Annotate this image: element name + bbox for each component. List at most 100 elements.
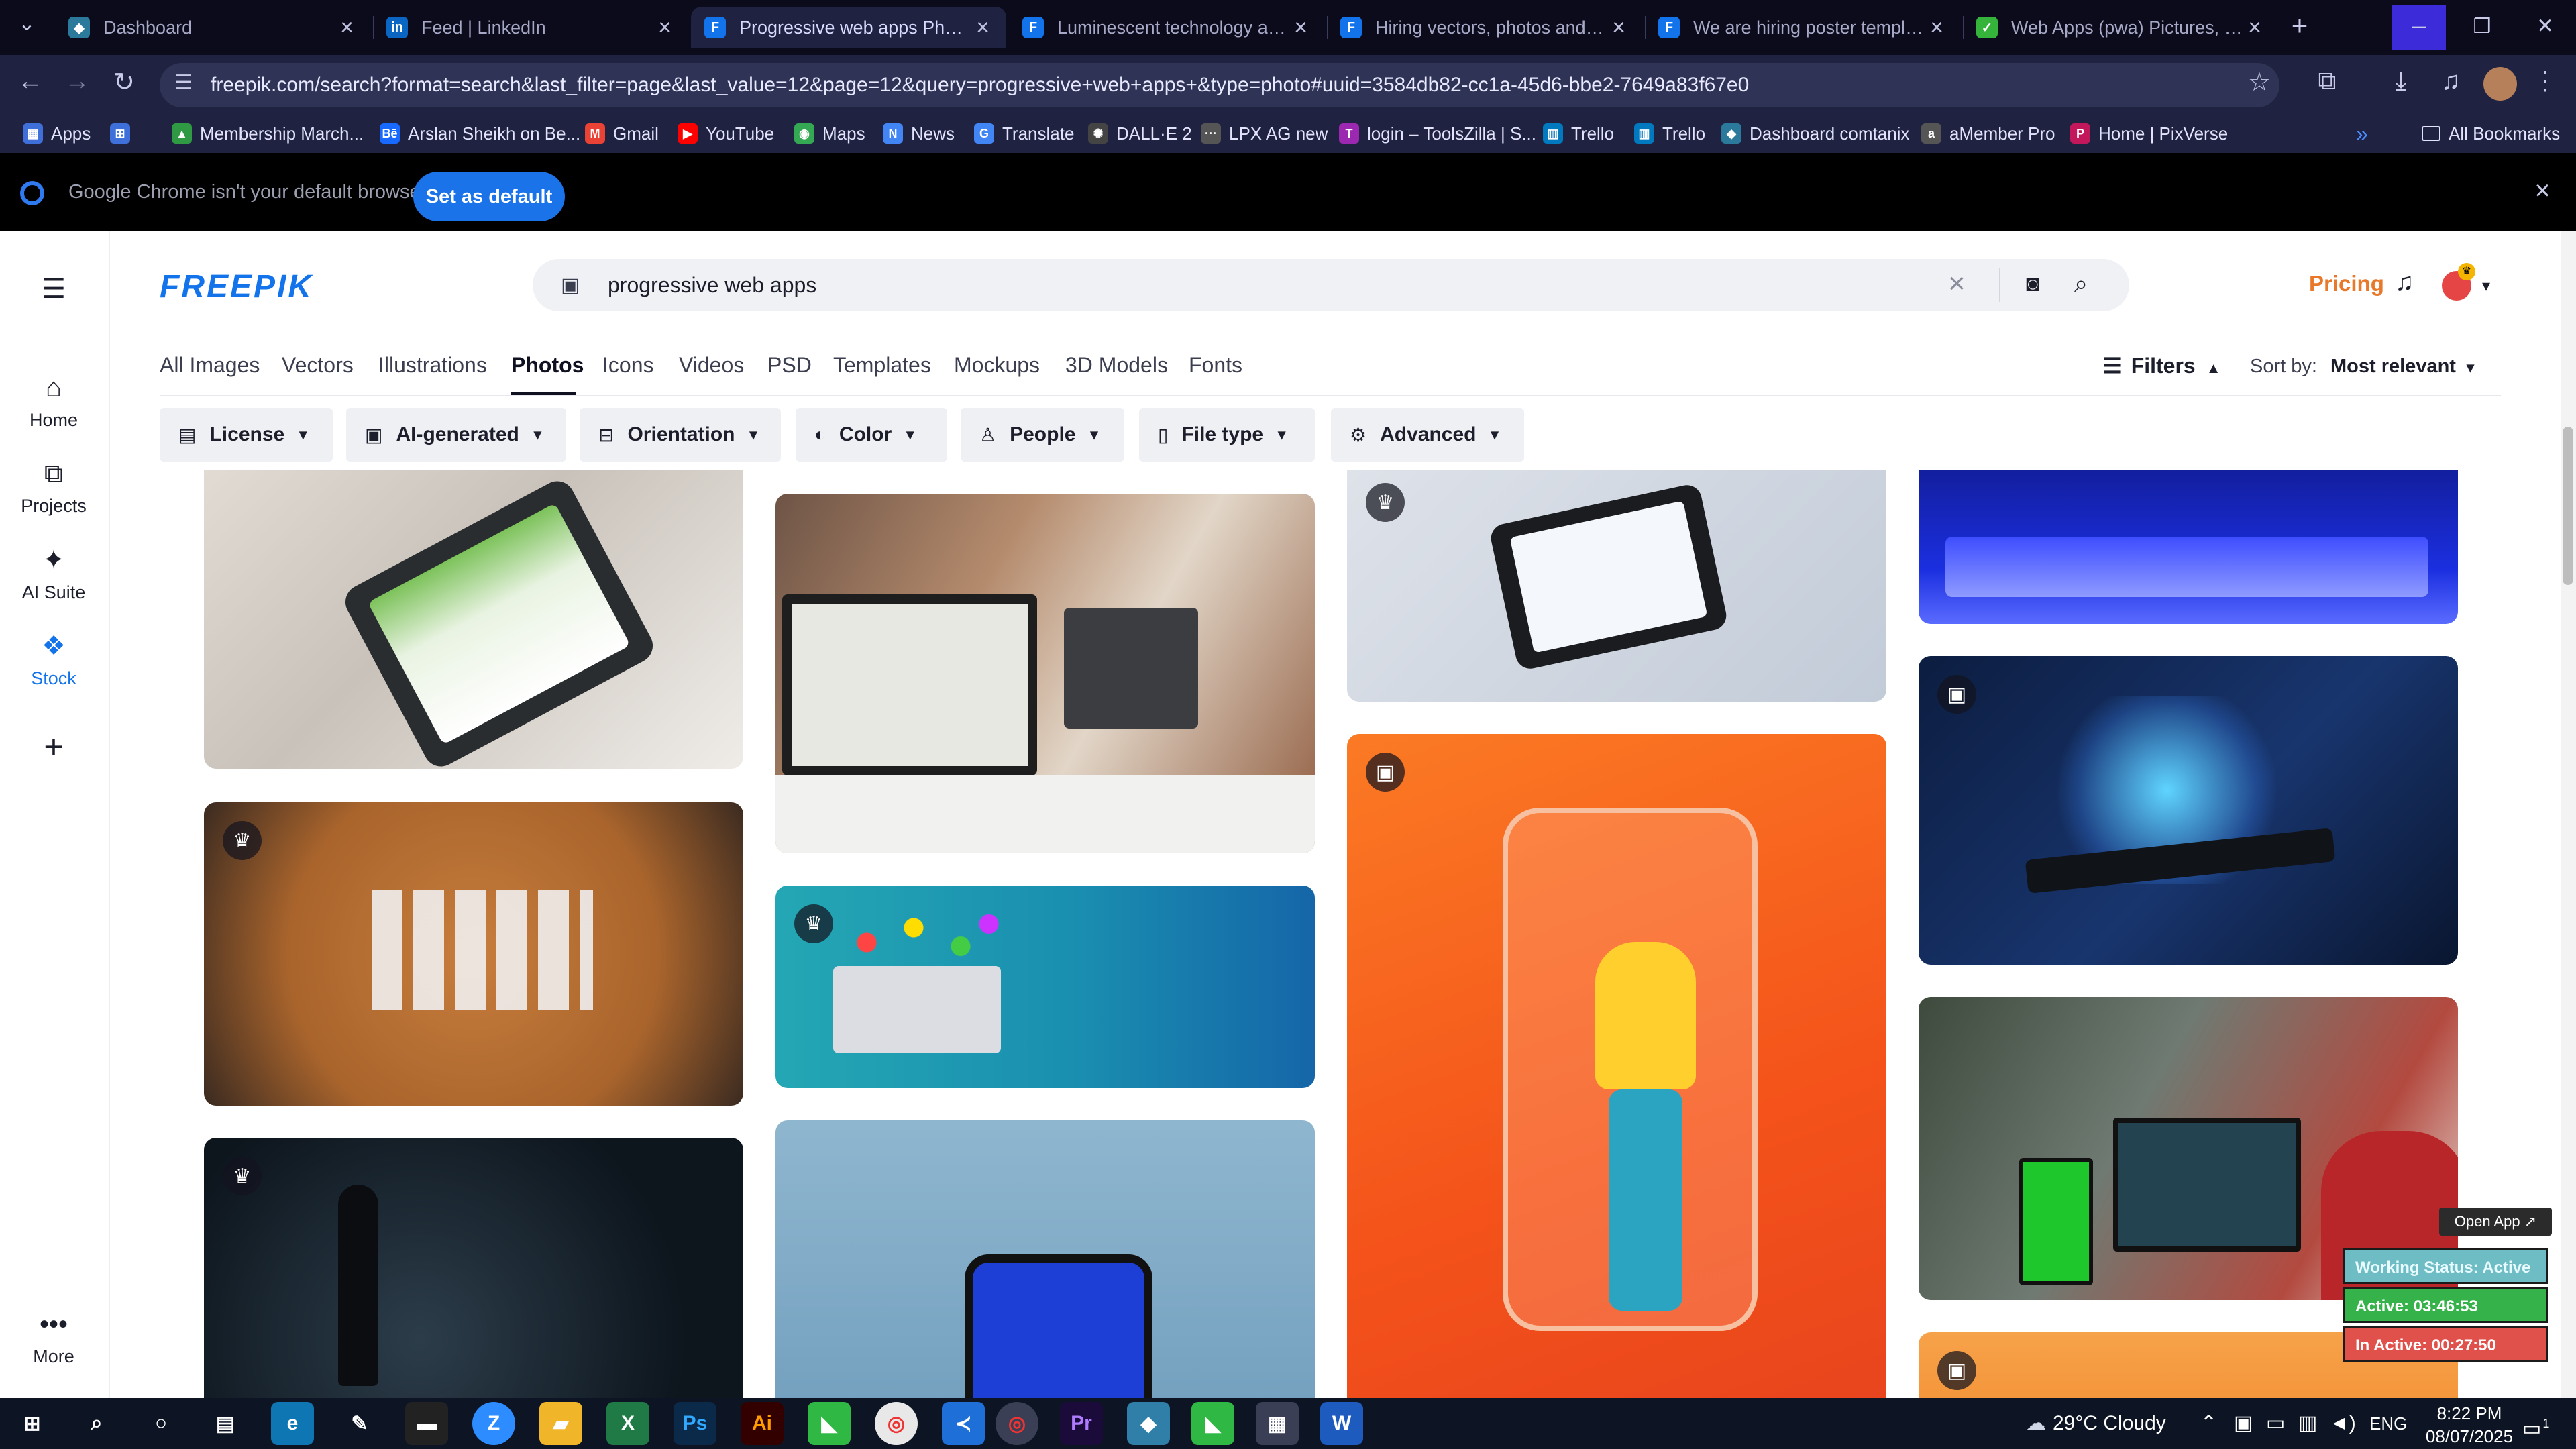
tab-icons[interactable]: Icons <box>602 353 653 378</box>
result-image-tablet-wireframes[interactable]: ♛ <box>1347 470 1886 702</box>
network-icon[interactable]: ▥ <box>2298 1398 2317 1449</box>
tab-close-icon[interactable]: × <box>973 15 993 41</box>
display-icon[interactable]: ▭ <box>2266 1398 2285 1449</box>
tray-overflow-chevron-icon[interactable]: ⌃ <box>2200 1398 2217 1449</box>
freepik-logo[interactable]: FREEPIK <box>160 268 313 305</box>
browser-tab-linkedin[interactable]: in Feed | LinkedIn × <box>373 7 688 48</box>
cortana-icon[interactable]: ○ <box>140 1402 182 1445</box>
sidebar-item-stock[interactable]: ❖ Stock <box>0 631 107 689</box>
new-tab-plus-icon[interactable]: + <box>2285 9 2314 42</box>
task-view-icon[interactable]: ▤ <box>204 1402 247 1445</box>
search-icon[interactable]: ⌕ <box>75 1402 118 1445</box>
window-restore-icon[interactable]: ❐ <box>2455 7 2509 47</box>
downloads-icon[interactable]: ⤓ <box>2384 67 2418 96</box>
tab-search-chevron-icon[interactable]: ⌄ <box>12 12 42 36</box>
open-app-link[interactable]: Open App ↗ <box>2439 1208 2552 1236</box>
sidebar-item-more[interactable]: ••• More <box>0 1309 107 1367</box>
bookmark-news[interactable]: N News <box>883 114 955 153</box>
pricing-link[interactable]: Pricing <box>2309 271 2384 297</box>
filter-advanced[interactable]: ⚙ Advanced ▾ <box>1331 408 1524 462</box>
bookmark-dalle[interactable]: ✺ DALL·E 2 <box>1088 114 1192 153</box>
word-icon[interactable]: W <box>1320 1402 1363 1445</box>
notifications-bell-icon[interactable]: ♫ <box>2395 268 2424 297</box>
sidebar-item-home[interactable]: ⌂ Home <box>0 373 107 431</box>
notifications-icon[interactable]: ▭ 1 <box>2522 1398 2549 1449</box>
tray-app-icon[interactable]: ▣ <box>2234 1398 2253 1449</box>
green-app-icon[interactable]: ◣ <box>808 1402 851 1445</box>
bookmark-grid[interactable]: ⊞ <box>110 114 138 153</box>
edge-icon[interactable]: e <box>271 1402 314 1445</box>
result-image-phone-code-background[interactable] <box>775 1120 1315 1398</box>
premiere-icon[interactable]: Pr <box>1060 1402 1103 1445</box>
tab-psd[interactable]: PSD <box>767 353 812 378</box>
tab-illustrations[interactable]: Illustrations <box>378 353 487 378</box>
bookmark-pixverse[interactable]: P Home | PixVerse <box>2070 114 2228 153</box>
extensions-icon[interactable]: ⧉ <box>2310 67 2344 96</box>
terminal-icon[interactable]: ▬ <box>405 1402 448 1445</box>
result-image-tablet-hologram[interactable]: ▣ <box>1919 656 2458 965</box>
tab-fonts[interactable]: Fonts <box>1189 353 1242 378</box>
sidebar-item-projects[interactable]: ⧉ Projects <box>0 459 107 517</box>
bookmark-youtube[interactable]: ▶ YouTube <box>678 114 774 153</box>
tab-close-icon[interactable]: × <box>1927 15 1947 41</box>
bookmark-star-icon[interactable]: ☆ <box>2245 67 2274 97</box>
bookmark-apps[interactable]: ▦ Apps <box>23 114 91 153</box>
bookmark-lpx[interactable]: ··· LPX AG new <box>1201 114 1328 153</box>
clock[interactable]: 8:22 PM 08/07/2025 <box>2419 1398 2520 1449</box>
bookmark-trello-1[interactable]: ▥ Trello <box>1543 114 1614 153</box>
tab-close-icon[interactable]: × <box>2245 15 2265 41</box>
bookmark-translate[interactable]: G Translate <box>974 114 1074 153</box>
app-diamond-icon[interactable]: ◆ <box>1127 1402 1170 1445</box>
bookmark-membership[interactable]: ▲ Membership March... <box>172 114 364 153</box>
bookmarks-overflow-chevron-icon[interactable]: » <box>2356 114 2368 153</box>
media-controls-icon[interactable]: ♫ <box>2434 67 2467 96</box>
bookmark-dashboard-comtanix[interactable]: ◆ Dashboard comtanix <box>1721 114 1909 153</box>
reload-icon[interactable]: ↻ <box>107 67 141 97</box>
page-scrollbar-thumb[interactable] <box>2563 427 2573 585</box>
clear-search-icon[interactable]: × <box>1948 267 1978 301</box>
back-arrow-icon[interactable]: ← <box>13 67 47 96</box>
calculator-icon[interactable]: ▦ <box>1256 1402 1299 1445</box>
chrome-icon[interactable]: ◎ <box>875 1402 918 1445</box>
search-input[interactable]: progressive web apps <box>608 259 816 311</box>
filter-file-type[interactable]: ▯ File type ▾ <box>1139 408 1315 462</box>
chrome-active-icon[interactable]: ◎ <box>996 1402 1038 1445</box>
illustrator-icon[interactable]: Ai <box>741 1402 784 1445</box>
volume-icon[interactable]: ◄) <box>2329 1398 2356 1449</box>
tab-templates[interactable]: Templates <box>833 353 931 378</box>
browser-tab-web-apps-pwa[interactable]: ✓ Web Apps (pwa) Pictures, Imag × <box>1963 7 2278 48</box>
tab-close-icon[interactable]: × <box>1291 15 1311 41</box>
filter-people[interactable]: ♙ People ▾ <box>961 408 1124 462</box>
green-app-2-icon[interactable]: ◣ <box>1191 1402 1234 1445</box>
bookmark-toolszilla[interactable]: Tlogin – ToolsZilla | S... <box>1339 114 1536 153</box>
result-image-office-monitors[interactable] <box>775 494 1315 853</box>
filter-ai-generated[interactable]: ▣ AI-generated ▾ <box>346 408 566 462</box>
weather-widget[interactable]: ☁ 29°C Cloudy <box>2026 1398 2166 1449</box>
tab-mockups[interactable]: Mockups <box>954 353 1040 378</box>
zoom-icon[interactable]: Z <box>472 1402 515 1445</box>
tab-close-icon[interactable]: × <box>1609 15 1629 41</box>
result-image-wireframe-table[interactable]: ♛ <box>204 802 743 1106</box>
account-chevron-icon[interactable]: ▾ <box>2482 276 2502 296</box>
browser-tab-luminescent[interactable]: F Luminescent technology and ac × <box>1009 7 1324 48</box>
language-indicator[interactable]: ENG <box>2369 1398 2407 1449</box>
browser-tab-hiring-vectors[interactable]: F Hiring vectors, photos and PSD × <box>1327 7 1642 48</box>
browser-tab-hiring-poster[interactable]: F We are hiring poster template × <box>1645 7 1960 48</box>
vscode-icon[interactable]: ≺ <box>942 1402 985 1445</box>
pen-icon[interactable]: ✎ <box>338 1402 381 1445</box>
infobar-close-icon[interactable]: × <box>2529 177 2556 204</box>
tab-3d-models[interactable]: 3D Models <box>1065 353 1168 378</box>
browser-tab-progressive-web-apps[interactable]: F Progressive web apps Photos | × <box>691 7 1006 48</box>
bookmark-gmail[interactable]: M Gmail <box>585 114 659 153</box>
browser-menu-icon[interactable]: ⋮ <box>2532 66 2559 96</box>
excel-icon[interactable]: X <box>606 1402 649 1445</box>
site-info-icon[interactable]: ☰ <box>170 71 197 95</box>
file-explorer-icon[interactable]: ▰ <box>539 1402 582 1445</box>
result-image-tablet-supermarket[interactable] <box>204 470 743 769</box>
bookmark-behance[interactable]: Bē Arslan Sheikh on Be... <box>380 114 580 153</box>
tab-vectors[interactable]: Vectors <box>282 353 354 378</box>
filter-orientation[interactable]: ⊟ Orientation ▾ <box>580 408 781 462</box>
result-image-woman-phone-illustration[interactable]: ▣ <box>1347 734 1886 1398</box>
filter-color[interactable]: ◐ Color ▾ <box>796 408 947 462</box>
result-image-neon-device[interactable] <box>1919 470 2458 624</box>
